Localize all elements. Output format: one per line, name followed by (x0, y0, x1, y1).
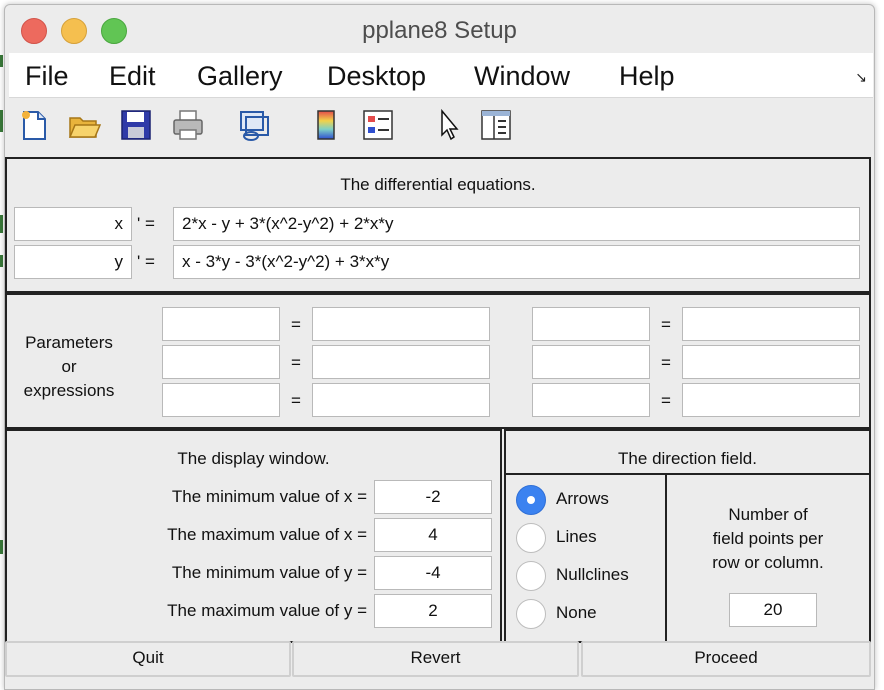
save-icon[interactable] (119, 108, 153, 142)
max-y-field[interactable] (374, 594, 492, 628)
field-points-panel: Number of field points per row or column… (665, 473, 871, 643)
y-prime-label: ' = (137, 252, 155, 271)
min-x-label: The minimum value of x = (171, 487, 367, 506)
y-equation-field[interactable] (173, 245, 860, 279)
parameters-label: Parameters or expressions (9, 331, 129, 403)
menu-file[interactable]: File (25, 61, 69, 92)
equals-label: = (661, 315, 671, 334)
radio-arrows[interactable] (516, 485, 546, 515)
setup-window: pplane8 Setup File Edit Gallery Desktop … (4, 4, 875, 690)
x-prime-label: ' = (137, 214, 155, 233)
parameter-name-field[interactable] (162, 345, 280, 379)
menu-gallery[interactable]: Gallery (197, 61, 283, 92)
radio-none-label[interactable]: None (556, 603, 597, 623)
colorbar-icon[interactable] (309, 108, 343, 142)
radio-none[interactable] (516, 599, 546, 629)
radio-nullclines-label[interactable]: Nullclines (556, 565, 629, 585)
max-y-label: The maximum value of y = (167, 601, 367, 620)
toolbar (9, 98, 873, 154)
radio-arrows-label[interactable]: Arrows (556, 489, 609, 509)
menu-window[interactable]: Window (474, 61, 570, 92)
parameter-value-field[interactable] (682, 383, 860, 417)
field-points-label: Number of field points per row or column… (667, 503, 869, 575)
direction-field-caption: The direction field. (618, 449, 757, 468)
min-y-label: The minimum value of y = (171, 563, 367, 582)
parameter-name-field[interactable] (532, 383, 650, 417)
pointer-icon[interactable] (433, 108, 467, 142)
print-icon[interactable] (171, 108, 205, 142)
background-mark (0, 255, 3, 267)
background-mark (0, 55, 3, 67)
parameter-name-field[interactable] (162, 383, 280, 417)
open-folder-icon[interactable] (67, 108, 101, 142)
max-x-field[interactable] (374, 518, 492, 552)
parameter-value-field[interactable] (682, 345, 860, 379)
direction-options-panel: Arrows Lines Nullclines None (504, 473, 667, 643)
property-editor-icon[interactable] (479, 108, 513, 142)
display-window-caption: The display window. (177, 449, 330, 468)
parameter-name-field[interactable] (162, 307, 280, 341)
parameter-value-field[interactable] (682, 307, 860, 341)
equations-panel: The differential equations. ' = ' = (5, 157, 871, 293)
title-bar[interactable]: pplane8 Setup (5, 5, 874, 51)
legend-icon[interactable] (361, 108, 395, 142)
equals-label: = (291, 353, 301, 372)
background-mark (0, 540, 3, 554)
field-points-label-line: field points per (712, 529, 824, 548)
max-x-label: The maximum value of x = (167, 525, 367, 544)
menu-help[interactable]: Help (619, 61, 675, 92)
window-title: pplane8 Setup (362, 17, 517, 44)
parameters-label-line: Parameters (25, 333, 113, 352)
equals-label: = (661, 353, 671, 372)
quit-button[interactable]: Quit (5, 641, 291, 677)
proceed-button[interactable]: Proceed (581, 641, 871, 677)
new-file-icon[interactable] (17, 108, 51, 142)
y-variable-field[interactable] (14, 245, 132, 279)
parameter-name-field[interactable] (532, 307, 650, 341)
parameters-panel: Parameters or expressions = = = = = = (5, 293, 871, 429)
menu-bar: File Edit Gallery Desktop Window Help ↘ (9, 53, 873, 98)
parameters-label-line: expressions (23, 381, 115, 400)
menu-desktop[interactable]: Desktop (327, 61, 426, 92)
equals-label: = (661, 391, 671, 410)
x-equation-field[interactable] (173, 207, 860, 241)
parameter-value-field[interactable] (312, 345, 490, 379)
radio-nullclines[interactable] (516, 561, 546, 591)
equations-caption: The differential equations. (340, 175, 536, 194)
min-y-field[interactable] (374, 556, 492, 590)
equals-label: = (291, 391, 301, 410)
equals-label: = (291, 315, 301, 334)
field-points-label-line: row or column. (712, 553, 824, 572)
revert-button[interactable]: Revert (292, 641, 579, 677)
direction-field-header: The direction field. (504, 429, 871, 475)
background-mark (0, 215, 3, 233)
undock-icon[interactable]: ↘ (855, 69, 867, 86)
parameter-value-field[interactable] (312, 383, 490, 417)
background-mark (0, 110, 3, 132)
field-points-field[interactable] (729, 593, 817, 627)
radio-lines-label[interactable]: Lines (556, 527, 597, 547)
x-variable-field[interactable] (14, 207, 132, 241)
parameter-name-field[interactable] (532, 345, 650, 379)
link-icon[interactable] (237, 108, 271, 142)
field-points-label-line: Number of (728, 505, 808, 524)
parameters-label-line: or (61, 357, 77, 376)
display-window-panel: The display window. The minimum value of… (5, 429, 502, 643)
min-x-field[interactable] (374, 480, 492, 514)
radio-lines[interactable] (516, 523, 546, 553)
menu-edit[interactable]: Edit (109, 61, 156, 92)
parameter-value-field[interactable] (312, 307, 490, 341)
